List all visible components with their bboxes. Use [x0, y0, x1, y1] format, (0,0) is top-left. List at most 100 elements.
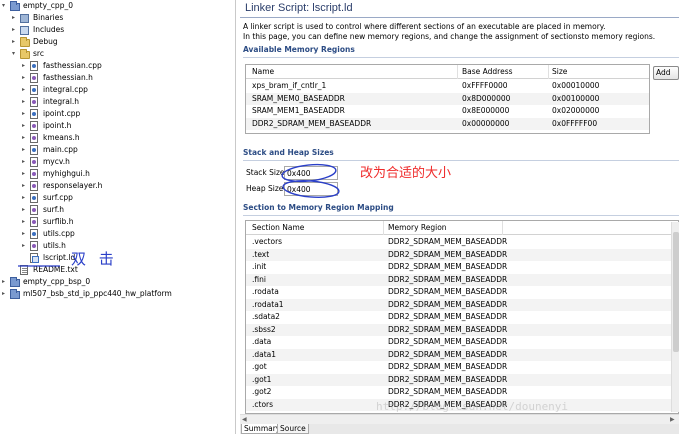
- expand-arrow-icon[interactable]: ▸: [22, 135, 28, 141]
- table-row[interactable]: .got DDR2_SDRAM_MEM_BASEADDR: [246, 361, 672, 373]
- tree-item[interactable]: lscript.ld: [0, 252, 236, 264]
- tree-item[interactable]: ▸ surflib.h: [0, 216, 236, 228]
- header-file-icon: [30, 181, 38, 191]
- table-row[interactable]: .rodata1 DDR2_SDRAM_MEM_BASEADDR: [246, 298, 672, 311]
- table-cell: 0xFFFF0000: [462, 81, 508, 90]
- table-row[interactable]: .fini DDR2_SDRAM_MEM_BASEADDR: [246, 273, 672, 286]
- tree-item[interactable]: ▸ Includes: [0, 24, 236, 36]
- table-row[interactable]: SRAM_MEM0_BASEADDR 0x8D000000 0x00100000: [246, 92, 649, 105]
- expand-arrow-icon[interactable]: ▸: [12, 27, 18, 33]
- expand-arrow-icon[interactable]: ▸: [22, 219, 28, 225]
- expand-arrow-icon[interactable]: ▸: [12, 39, 18, 45]
- binaries-icon: [20, 14, 29, 23]
- tree-item-label: fasthessian.h: [43, 73, 93, 82]
- tree-item[interactable]: ▸ empty_cpp_bsp_0: [0, 276, 236, 288]
- project-folder-icon: [10, 277, 20, 287]
- table-row[interactable]: .data1 DDR2_SDRAM_MEM_BASEADDR: [246, 348, 672, 361]
- table-cell: xps_bram_if_cntlr_1: [252, 81, 327, 90]
- memory-regions-divider: [243, 57, 679, 58]
- tree-item[interactable]: ▸ integral.cpp: [0, 84, 236, 96]
- horizontal-scrollbar[interactable]: ◀ ▶: [240, 414, 679, 424]
- tree-item[interactable]: ▸ ipoint.cpp: [0, 108, 236, 120]
- tree-item[interactable]: ▸ mycv.h: [0, 156, 236, 168]
- table-cell: SRAM_MEM0_BASEADDR: [252, 93, 345, 103]
- expand-arrow-icon[interactable]: ▸: [22, 111, 28, 117]
- expand-arrow-icon[interactable]: ▸: [2, 291, 8, 297]
- table-row[interactable]: .got1 DDR2_SDRAM_MEM_BASEADDR: [246, 373, 672, 386]
- table-row[interactable]: .sdata2 DDR2_SDRAM_MEM_BASEADDR: [246, 311, 672, 323]
- column-header-name[interactable]: Name: [252, 65, 274, 79]
- table-cell: DDR2_SDRAM_MEM_BASEADDR: [388, 337, 508, 346]
- table-row[interactable]: DDR2_SDRAM_MEM_BASEADDR 0x00000000 0x0FFFF…: [246, 117, 649, 130]
- table-row[interactable]: .rodata DDR2_SDRAM_MEM_BASEADDR: [246, 286, 672, 298]
- project-folder-icon: [10, 1, 20, 11]
- expand-arrow-icon[interactable]: ▸: [22, 87, 28, 93]
- mapping-vertical-scrollbar[interactable]: [671, 222, 679, 412]
- section-mapping-heading: Section to Memory Region Mapping: [243, 203, 394, 212]
- column-header-section-name[interactable]: Section Name: [252, 221, 304, 235]
- column-header-memory-region[interactable]: Memory Region: [388, 221, 447, 235]
- expand-arrow-icon[interactable]: ▸: [2, 279, 8, 285]
- expand-arrow-icon[interactable]: ▸: [22, 147, 28, 153]
- expand-arrow-icon[interactable]: ▸: [12, 15, 18, 21]
- expand-arrow-icon[interactable]: ▸: [22, 207, 28, 213]
- table-row[interactable]: .got2 DDR2_SDRAM_MEM_BASEADDR: [246, 386, 672, 398]
- scrollbar-thumb[interactable]: [673, 232, 679, 352]
- tree-item[interactable]: ▸ Binaries: [0, 12, 236, 24]
- tree-item[interactable]: ▸ ipoint.h: [0, 120, 236, 132]
- table-cell: DDR2_SDRAM_MEM_BASEADDR: [388, 324, 508, 334]
- table-row[interactable]: SRAM_MEM1_BASEADDR 0x8E000000 0x02000000: [246, 105, 649, 117]
- scroll-left-arrow-icon[interactable]: ◀: [242, 416, 247, 423]
- tree-item-label: surf.h: [43, 205, 64, 214]
- tree-item[interactable]: ▾ src: [0, 48, 236, 60]
- expand-arrow-icon[interactable]: ▸: [22, 195, 28, 201]
- table-row[interactable]: .text DDR2_SDRAM_MEM_BASEADDR: [246, 248, 672, 261]
- table-cell: .data: [252, 337, 272, 346]
- heap-size-input[interactable]: [284, 182, 338, 196]
- scroll-right-arrow-icon[interactable]: ▶: [670, 416, 675, 423]
- stack-size-input[interactable]: [284, 166, 338, 180]
- tree-item[interactable]: ▸ utils.cpp: [0, 228, 236, 240]
- expand-arrow-icon[interactable]: ▸: [22, 123, 28, 129]
- expand-arrow-icon[interactable]: ▸: [22, 183, 28, 189]
- table-cell: 0x8E000000: [462, 106, 510, 115]
- tree-item-label: Binaries: [33, 13, 64, 22]
- tab-source[interactable]: Source: [277, 424, 309, 434]
- tree-item[interactable]: ▸ surf.h: [0, 204, 236, 216]
- tree-item[interactable]: ▸ responselayer.h: [0, 180, 236, 192]
- expand-arrow-icon[interactable]: ▸: [22, 159, 28, 165]
- tree-item[interactable]: README.txt: [0, 264, 236, 276]
- tree-item[interactable]: ▸ Debug: [0, 36, 236, 48]
- tree-item[interactable]: ▸ utils.h: [0, 240, 236, 252]
- tree-item[interactable]: ▸ kmeans.h: [0, 132, 236, 144]
- cpp-file-icon: [30, 193, 38, 203]
- table-row[interactable]: xps_bram_if_cntlr_1 0xFFFF0000 0x00010000: [246, 80, 649, 92]
- tree-item[interactable]: ▸ surf.cpp: [0, 192, 236, 204]
- expand-arrow-icon[interactable]: ▸: [22, 63, 28, 69]
- collapse-arrow-icon[interactable]: ▾: [12, 51, 18, 57]
- includes-icon: [20, 26, 29, 35]
- expand-arrow-icon[interactable]: ▸: [22, 231, 28, 237]
- header-file-icon: [30, 133, 38, 143]
- tree-item[interactable]: ▸ fasthessian.cpp: [0, 60, 236, 72]
- expand-arrow-icon[interactable]: ▸: [22, 99, 28, 105]
- column-header-size[interactable]: Size: [552, 65, 567, 79]
- table-row[interactable]: .sbss2 DDR2_SDRAM_MEM_BASEADDR: [246, 323, 672, 336]
- expand-arrow-icon[interactable]: ▸: [22, 243, 28, 249]
- tree-item[interactable]: ▸ integral.h: [0, 96, 236, 108]
- expand-arrow-icon[interactable]: ▸: [22, 75, 28, 81]
- table-row[interactable]: .data DDR2_SDRAM_MEM_BASEADDR: [246, 336, 672, 348]
- tree-item[interactable]: ▸ myhighgui.h: [0, 168, 236, 180]
- table-row[interactable]: .vectors DDR2_SDRAM_MEM_BASEADDR: [246, 236, 672, 248]
- add-memory-region-button[interactable]: Add: [653, 66, 679, 80]
- tree-item[interactable]: ▸ fasthessian.h: [0, 72, 236, 84]
- column-header-base-address[interactable]: Base Address: [462, 65, 513, 79]
- table-cell: DDR2_SDRAM_MEM_BASEADDR: [388, 312, 508, 321]
- tree-item[interactable]: ▸ main.cpp: [0, 144, 236, 156]
- table-row[interactable]: .init DDR2_SDRAM_MEM_BASEADDR: [246, 261, 672, 273]
- tree-item[interactable]: ▾ empty_cpp_0: [0, 0, 236, 12]
- tree-item[interactable]: ▸ ml507_bsb_std_ip_ppc440_hw_platform: [0, 288, 236, 300]
- expand-arrow-icon[interactable]: ▸: [22, 171, 28, 177]
- table-cell: .rodata1: [252, 299, 284, 309]
- collapse-arrow-icon[interactable]: ▾: [2, 3, 8, 9]
